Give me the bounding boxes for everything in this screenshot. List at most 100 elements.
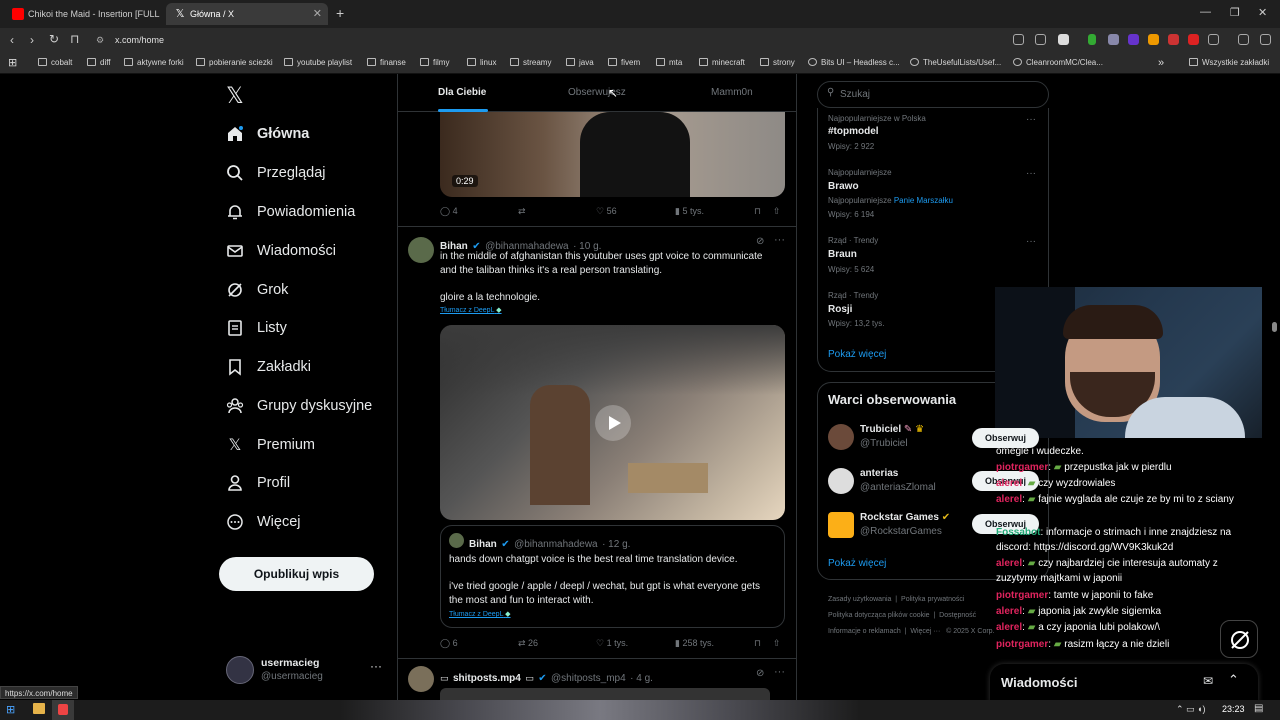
grok-button[interactable] [1220,620,1258,658]
post-time[interactable]: · 4 g. [630,673,653,684]
share-icon[interactable] [1035,34,1046,45]
nav-explore[interactable]: Przeglądaj [226,157,326,189]
extension-icon[interactable] [1108,34,1119,45]
site-info-icon[interactable]: ⚙ [96,30,104,50]
suggested-user-handle[interactable]: @RockstarGames [860,526,942,537]
like-button[interactable]: ♡ 56 [596,206,617,217]
bookmark-icon[interactable]: ⊓ [70,32,79,46]
extension-icon[interactable] [1128,34,1139,45]
bookmark-post-button[interactable]: ⊓ [754,206,761,217]
extension-icon[interactable] [1148,34,1159,45]
nav-bookmarks[interactable]: Zakładki [226,351,311,383]
footer-link[interactable]: Dostępność [939,612,976,619]
bookmark-item[interactable]: youtube playlist [284,52,352,74]
nav-more[interactable]: Więcej [226,506,301,538]
more-dots-icon[interactable]: ··· [1026,114,1036,125]
apps-icon[interactable]: ⊞ [8,52,17,74]
avatar[interactable] [828,512,854,538]
account-switcher[interactable]: usermacieg @usermacieg ··· [226,655,386,687]
nav-profile[interactable]: Profil [226,467,290,499]
reply-button[interactable]: ◯ 4 [440,206,458,217]
quoted-post[interactable]: Bihan ✔ @bihanmahadewa · 12 g. hands dow… [440,525,785,628]
follow-button[interactable]: Obserwuj [972,428,1039,448]
trend-item[interactable]: Rosji [828,304,852,315]
search-input[interactable]: ⚲ Szukaj [817,81,1049,108]
like-button[interactable]: ♡ 1 tys. [596,638,628,649]
extension-icon[interactable] [1168,34,1179,45]
bookmark-folder[interactable]: fivem [608,52,640,74]
translate-link[interactable]: Tłumacz z DeepL ◆ [440,306,502,314]
bookmark-item[interactable]: Bits UI – Headless c... [808,52,900,74]
shield-icon[interactable] [1058,34,1069,45]
nav-lists[interactable]: Listy [226,312,287,344]
taskbar-browser[interactable] [52,700,74,720]
nav-notifications[interactable]: Powiadomienia [226,196,355,228]
bookmark-folder[interactable]: java [566,52,594,74]
translate-link[interactable]: Tłumacz z DeepL ◆ [449,610,511,618]
extension-icon[interactable] [1013,34,1024,45]
extension-icon[interactable] [1188,34,1199,45]
suggested-user-handle[interactable]: @anteriasZlomal [860,482,936,493]
grok-icon[interactable]: ⊘ [756,236,764,247]
suggested-user-name[interactable]: Trubiciel ✎ ♛ [860,424,924,435]
bookmark-folder[interactable]: minecraft [699,52,745,74]
nav-grok[interactable]: Grok [226,274,288,306]
nav-premium[interactable]: 𝕏 Premium [226,429,315,461]
close-window-icon[interactable]: ✕ [1258,6,1267,19]
forward-icon[interactable]: › [30,33,34,47]
all-bookmarks[interactable]: Wszystkie zakładki [1189,52,1269,74]
trends-show-more[interactable]: Pokaż więcej [828,349,886,360]
bookmark-folder[interactable]: streamy [510,52,551,74]
video-thumbnail[interactable]: 0:29 [440,112,785,197]
file-explorer-icon[interactable] [33,703,45,714]
menu-icon[interactable] [1260,34,1271,45]
views-stat[interactable]: ▮ 258 tys. [675,638,714,649]
grok-icon[interactable]: ⊘ [756,668,764,679]
video-player[interactable] [440,325,785,520]
views-stat[interactable]: ▮ 5 tys. [675,206,704,217]
new-message-icon[interactable]: ✉ [1203,674,1213,688]
footer-link[interactable]: Polityka dotycząca plików cookie [828,612,930,619]
music-icon[interactable] [1238,34,1249,45]
author-name[interactable]: shitposts.mp4 [453,673,521,684]
tab-youtube[interactable]: Chikoi the Maid - Insertion [FULL [4,3,164,25]
bookmark-folder[interactable]: strony [760,52,795,74]
post-button[interactable]: Opublikuj wpis [219,557,374,591]
reply-button[interactable]: ◯ 6 [440,638,458,649]
check-icon[interactable] [1088,34,1096,45]
suggested-user-handle[interactable]: @Trubiciel [860,438,908,449]
chevron-up-icon[interactable]: ⌃ [1228,672,1239,688]
new-tab-icon[interactable]: + [336,5,344,21]
avatar[interactable] [828,468,854,494]
bookmark-folder[interactable]: linux [467,52,496,74]
nav-messages[interactable]: Wiadomości [226,235,336,267]
scrollbar-thumb[interactable] [1272,322,1277,332]
more-dots-icon[interactable]: ··· [1026,236,1036,247]
media-preview[interactable] [440,688,770,700]
avatar[interactable] [408,237,434,263]
tray-icons[interactable]: ⌃ ▭ ◖) [1176,704,1205,715]
repost-button[interactable]: ⇄ 26 [518,638,538,649]
play-icon[interactable] [595,405,631,441]
nav-home[interactable]: Główna [226,118,309,150]
sidebar-icon[interactable] [1208,34,1219,45]
trend-item[interactable]: #topmodel [828,126,879,137]
bookmark-item[interactable]: diff [87,52,111,74]
url-input[interactable]: ⚙ x.com/home [90,30,1010,50]
notification-icon[interactable]: ▤ [1254,703,1263,714]
back-icon[interactable]: ‹ [10,33,14,47]
windows-start-icon[interactable]: ⊞ [6,703,15,716]
bookmark-item[interactable]: aktywne forki [124,52,184,74]
tab-list[interactable]: Mamm0n [711,87,753,98]
share-button[interactable]: ⇧ [773,638,781,649]
more-dots-icon[interactable]: ··· [370,659,382,673]
bookmark-item[interactable]: cobalt [38,52,72,74]
more-dots-icon[interactable]: ··· [774,666,785,678]
footer-link[interactable]: Polityka prywatności [901,596,964,603]
bookmark-item[interactable]: CleanroomMC/Clea... [1013,52,1103,74]
restore-icon[interactable]: ❐ [1230,6,1240,19]
tab-x[interactable]: 𝕏 Główna / X ✕ [166,3,328,25]
more-dots-icon[interactable]: ··· [1026,168,1036,179]
messages-drawer[interactable]: Wiadomości ✉ ⌃ [990,664,1258,704]
avatar[interactable] [828,424,854,450]
